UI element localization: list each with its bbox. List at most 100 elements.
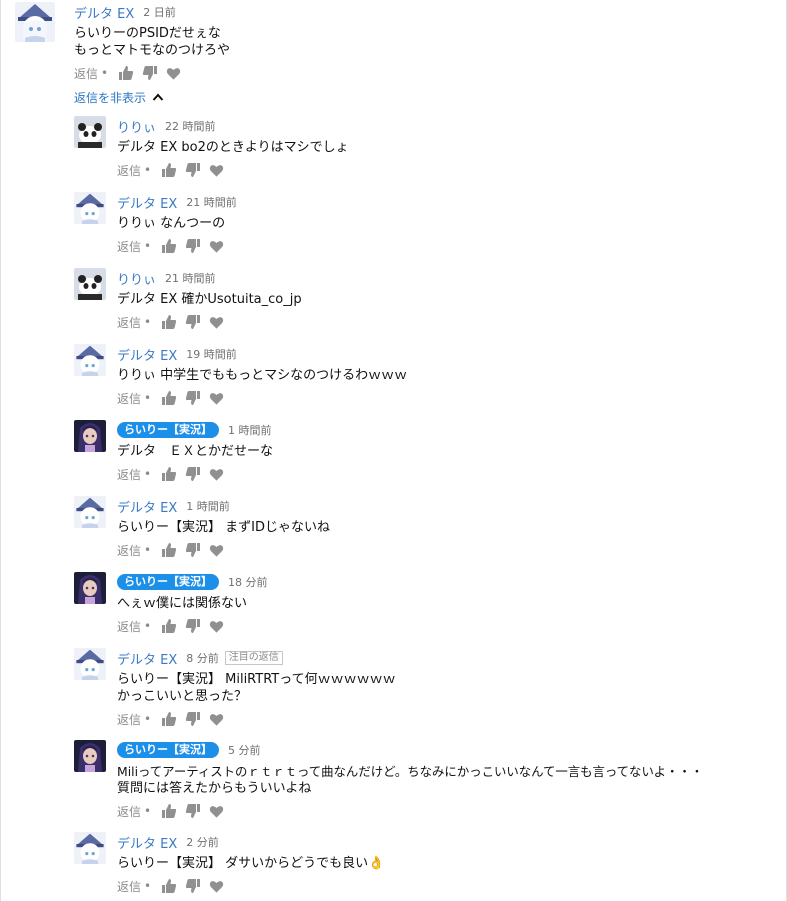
heart-icon[interactable]: [209, 467, 224, 482]
heart-icon[interactable]: [166, 66, 181, 81]
reply-button[interactable]: 返信: [74, 65, 98, 82]
heart-icon[interactable]: [209, 315, 224, 330]
comment-timestamp[interactable]: 21 時間前: [165, 270, 216, 286]
comment-timestamp[interactable]: 19 時間前: [186, 346, 237, 362]
reply-button[interactable]: 返信: [117, 162, 141, 179]
avatar[interactable]: [74, 116, 106, 148]
separator-dot: •: [144, 163, 152, 177]
comment-text-line: りりぃ 中学生でももっとマシなのつけるわｗｗｗ: [117, 368, 408, 383]
comment-author[interactable]: デルタ EX: [74, 3, 134, 22]
avatar[interactable]: [74, 648, 106, 680]
reply-button[interactable]: 返信: [117, 803, 141, 820]
comment-timestamp[interactable]: 2 分前: [186, 834, 219, 850]
comment-text-line: らいりー【実況】 MiliRTRTって何ｗｗｗｗｗｗ: [117, 672, 396, 687]
avatar[interactable]: [74, 192, 106, 224]
thumbs-up-icon[interactable]: [161, 878, 177, 894]
hide-replies-button[interactable]: 返信を非表示: [74, 88, 164, 106]
reply-button[interactable]: 返信: [117, 390, 141, 407]
avatar[interactable]: [15, 2, 55, 42]
white-hair-girl-icon: [74, 648, 106, 680]
avatar[interactable]: [74, 496, 106, 528]
comment-author[interactable]: デルタ EX: [117, 345, 177, 364]
thumbs-up-icon[interactable]: [161, 466, 177, 482]
white-hair-girl-icon: [74, 496, 106, 528]
thumbs-up-icon[interactable]: [161, 711, 177, 727]
thumbs-down-icon[interactable]: [185, 162, 201, 178]
thumbs-up-icon[interactable]: [161, 542, 177, 558]
heart-icon[interactable]: [209, 804, 224, 819]
heart-icon[interactable]: [209, 391, 224, 406]
avatar[interactable]: [74, 832, 106, 864]
comment-timestamp[interactable]: 2 日前: [143, 4, 176, 20]
thumbs-down-icon[interactable]: [185, 542, 201, 558]
reply-button[interactable]: 返信: [117, 466, 141, 483]
avatar[interactable]: [74, 420, 106, 452]
comment-timestamp[interactable]: 18 分前: [228, 574, 268, 590]
thumbs-up-icon[interactable]: [161, 314, 177, 330]
thumbs-up-icon[interactable]: [161, 618, 177, 634]
thumbs-down-icon[interactable]: [185, 711, 201, 727]
comment-author[interactable]: デルタ EX: [117, 193, 177, 212]
thumbs-down-icon[interactable]: [185, 618, 201, 634]
comment-thread: デルタ EX 2 日前 らいりーのPSIDだせぇな もっとマトモなのつけろや 返…: [0, 0, 787, 901]
reply-button[interactable]: 返信: [117, 878, 141, 895]
comment-text-line: 質問には答えたからもういいよね: [117, 781, 312, 796]
separator-dot: •: [144, 879, 152, 893]
comment-author[interactable]: デルタ EX: [117, 649, 177, 668]
thumbs-down-icon[interactable]: [185, 390, 201, 406]
featured-reply-badge: 注目の返信: [224, 651, 283, 665]
reply-button[interactable]: 返信: [117, 711, 141, 728]
avatar[interactable]: [74, 268, 106, 300]
comment-timestamp[interactable]: 21 時間前: [186, 194, 237, 210]
thumbs-down-icon[interactable]: [185, 238, 201, 254]
avatar[interactable]: [74, 740, 106, 772]
reply-button[interactable]: 返信: [117, 238, 141, 255]
thumbs-up-icon[interactable]: [161, 803, 177, 819]
reply-button[interactable]: 返信: [117, 314, 141, 331]
thumbs-up-icon[interactable]: [161, 238, 177, 254]
separator-dot: •: [144, 315, 152, 329]
thumbs-up-icon[interactable]: [161, 162, 177, 178]
heart-icon[interactable]: [209, 239, 224, 254]
thumbs-down-icon[interactable]: [185, 314, 201, 330]
comment-author[interactable]: りりぃ: [117, 269, 156, 288]
white-hair-girl-icon: [74, 192, 106, 224]
channel-owner-badge[interactable]: らいりー【実況】: [117, 422, 219, 438]
thumbs-down-icon[interactable]: [185, 803, 201, 819]
thumbs-down-icon[interactable]: [142, 65, 158, 81]
reply-button[interactable]: 返信: [117, 618, 141, 635]
comment-text-line: デルタ EX bo2のときよりはマシでしょ: [117, 140, 349, 155]
comment-text-line: らいりーのPSIDだせぇな: [74, 26, 221, 41]
comment-timestamp[interactable]: 1 時間前: [228, 422, 272, 438]
avatar[interactable]: [74, 572, 106, 604]
comment-timestamp[interactable]: 22 時間前: [165, 118, 216, 134]
separator-dot: •: [144, 239, 152, 253]
heart-icon[interactable]: [209, 619, 224, 634]
thumbs-down-icon[interactable]: [185, 466, 201, 482]
comment-timestamp[interactable]: 1 時間前: [186, 498, 230, 514]
channel-owner-badge[interactable]: らいりー【実況】: [117, 574, 219, 590]
comment-timestamp[interactable]: 8 分前: [186, 650, 219, 666]
comment-author[interactable]: デルタ EX: [117, 497, 177, 516]
thumbs-up-icon[interactable]: [161, 390, 177, 406]
avatar[interactable]: [74, 344, 106, 376]
thumbs-up-icon[interactable]: [118, 65, 134, 81]
separator-dot: •: [144, 619, 152, 633]
heart-icon[interactable]: [209, 163, 224, 178]
separator-dot: •: [144, 543, 152, 557]
white-hair-girl-icon: [74, 344, 106, 376]
heart-icon[interactable]: [209, 879, 224, 894]
separator-dot: •: [144, 467, 152, 481]
comment-author[interactable]: りりぃ: [117, 117, 156, 136]
comment-timestamp[interactable]: 5 分前: [228, 742, 261, 758]
heart-icon[interactable]: [209, 712, 224, 727]
separator-dot: •: [144, 712, 152, 726]
channel-owner-badge[interactable]: らいりー【実況】: [117, 742, 219, 758]
separator-dot: •: [144, 391, 152, 405]
comment-text-line: りりぃ なんつーの: [117, 216, 226, 231]
thumbs-down-icon[interactable]: [185, 878, 201, 894]
comment-text-line: へぇｗ僕には関係ない: [117, 596, 248, 611]
reply-button[interactable]: 返信: [117, 542, 141, 559]
heart-icon[interactable]: [209, 543, 224, 558]
comment-author[interactable]: デルタ EX: [117, 833, 177, 852]
